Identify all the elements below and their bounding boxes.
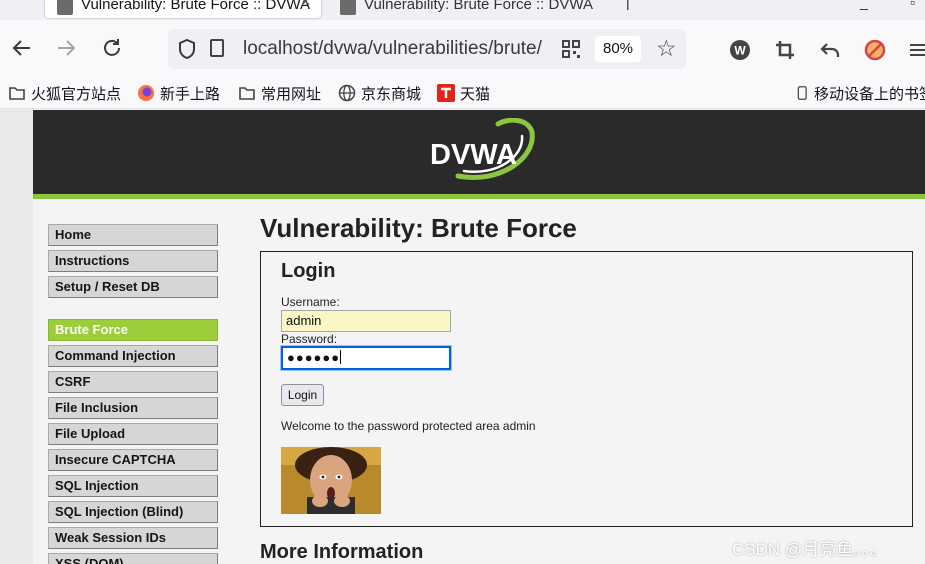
- globe-icon: [338, 84, 356, 102]
- vulnerabilities-menu: Brute Force Command Injection CSRF File …: [48, 319, 218, 564]
- blocker-extension-icon[interactable]: [863, 38, 887, 62]
- bookmark-item[interactable]: 天猫: [437, 83, 490, 103]
- forward-icon[interactable]: [52, 34, 80, 62]
- menu-item-file-inclusion[interactable]: File Inclusion: [48, 397, 218, 419]
- svg-text:W: W: [734, 44, 746, 58]
- maximize-window-icon[interactable]: ▫: [910, 0, 915, 10]
- tab-strip: Vulnerability: Brute Force :: DVWA ✕ Vul…: [0, 0, 925, 20]
- dvwa-header: DVWA: [33, 110, 925, 199]
- mobile-bookmarks-label: 移动设备上的书签: [814, 85, 925, 103]
- menu-item-xss-dom[interactable]: XSS (DOM): [48, 553, 218, 564]
- dvwa-content: Home Instructions Setup / Reset DB Brute…: [33, 199, 925, 564]
- bookmark-label: 常用网址: [261, 85, 322, 103]
- tab-separator: |: [626, 0, 630, 10]
- url-text[interactable]: localhost/dvwa/vulnerabilities/brute/: [243, 38, 548, 60]
- dvwa-favicon-icon: [57, 0, 73, 15]
- firefox-icon: [138, 85, 154, 101]
- menu-hamburger-icon[interactable]: [906, 38, 925, 62]
- login-button[interactable]: Login: [281, 384, 324, 406]
- user-avatar-image: [281, 447, 381, 514]
- nav-toolbar: localhost/dvwa/vulnerabilities/brute/ 80…: [0, 20, 925, 78]
- tab-inactive[interactable]: Vulnerability: Brute Force :: DVWA: [328, 0, 618, 18]
- bookmark-star-icon[interactable]: ☆: [656, 35, 677, 62]
- password-label: Password:: [281, 332, 338, 346]
- dvwa-logo: DVWA: [430, 118, 535, 180]
- password-value: ●●●●●●: [287, 350, 341, 365]
- main-menu: Home Instructions Setup / Reset DB: [48, 224, 218, 302]
- bookmark-item[interactable]: 火狐官方站点: [8, 83, 121, 103]
- mobile-device-icon: [797, 86, 807, 100]
- menu-item-file-upload[interactable]: File Upload: [48, 423, 218, 445]
- menu-item-command-injection[interactable]: Command Injection: [48, 345, 218, 367]
- menu-item-sql-injection[interactable]: SQL Injection: [48, 475, 218, 497]
- menu-item-insecure-captcha[interactable]: Insecure CAPTCHA: [48, 449, 218, 471]
- close-tab-icon[interactable]: ✕: [300, 0, 311, 10]
- mobile-bookmarks[interactable]: 移动设备上的书签: [796, 83, 925, 103]
- username-label: Username:: [281, 295, 340, 309]
- tab-title: Vulnerability: Brute Force :: DVWA: [81, 0, 310, 13]
- menu-item-setup[interactable]: Setup / Reset DB: [48, 276, 218, 298]
- web-page: DVWA Home Instructions Setup / Reset DB …: [0, 110, 925, 564]
- login-box: Login Username: admin Password: ●●●●●● L…: [260, 251, 913, 527]
- bookmark-label: 新手上路: [160, 85, 221, 103]
- menu-item-weak-session-ids[interactable]: Weak Session IDs: [48, 527, 218, 549]
- more-information-heading: More Information: [260, 541, 424, 563]
- bookmark-item[interactable]: 常用网址: [238, 83, 321, 103]
- menu-item-brute-force[interactable]: Brute Force: [48, 319, 218, 341]
- menu-item-sql-injection-blind[interactable]: SQL Injection (Blind): [48, 501, 218, 523]
- bookmarks-bar: 火狐官方站点 新手上路 常用网址 京东商城 天猫 移动设备上的书签: [0, 78, 925, 109]
- address-bar[interactable]: localhost/dvwa/vulnerabilities/brute/ 80…: [168, 29, 686, 69]
- undo-icon[interactable]: [818, 38, 842, 62]
- folder-icon: [239, 87, 255, 100]
- tracking-shield-icon[interactable]: [177, 38, 197, 60]
- back-icon[interactable]: [8, 34, 36, 62]
- tab-title: Vulnerability: Brute Force :: DVWA: [364, 0, 593, 13]
- crop-icon[interactable]: [773, 38, 797, 62]
- username-input[interactable]: admin: [281, 310, 451, 332]
- bookmark-item[interactable]: 新手上路: [137, 83, 220, 103]
- qr-code-icon[interactable]: [562, 40, 580, 58]
- page-title: Vulnerability: Brute Force: [260, 213, 577, 243]
- wikipedia-extension-icon[interactable]: W: [728, 38, 752, 62]
- zoom-level-button[interactable]: 80%: [595, 36, 641, 62]
- welcome-message: Welcome to the password protected area a…: [281, 419, 536, 433]
- bookmark-label: 京东商城: [361, 85, 422, 103]
- reload-icon[interactable]: [98, 34, 126, 62]
- dvwa-favicon-icon: [340, 0, 356, 15]
- minimize-window-icon[interactable]: _: [860, 0, 868, 10]
- folder-icon: [9, 87, 25, 100]
- watermark-text: CSDN @月亮鱼。。。: [732, 540, 888, 559]
- text-cursor: [340, 350, 342, 364]
- tmall-icon: [437, 84, 455, 102]
- menu-item-csrf[interactable]: CSRF: [48, 371, 218, 393]
- bookmark-item[interactable]: 京东商城: [338, 83, 421, 103]
- page-info-icon[interactable]: [210, 39, 224, 57]
- bookmark-label: 火狐官方站点: [31, 85, 122, 103]
- menu-item-instructions[interactable]: Instructions: [48, 250, 218, 272]
- password-input[interactable]: ●●●●●●: [281, 346, 451, 370]
- login-heading: Login: [281, 260, 336, 282]
- tab-active[interactable]: Vulnerability: Brute Force :: DVWA ✕: [45, 0, 321, 18]
- svg-text:DVWA: DVWA: [430, 139, 517, 171]
- menu-item-home[interactable]: Home: [48, 224, 218, 246]
- bookmark-label: 天猫: [460, 85, 491, 103]
